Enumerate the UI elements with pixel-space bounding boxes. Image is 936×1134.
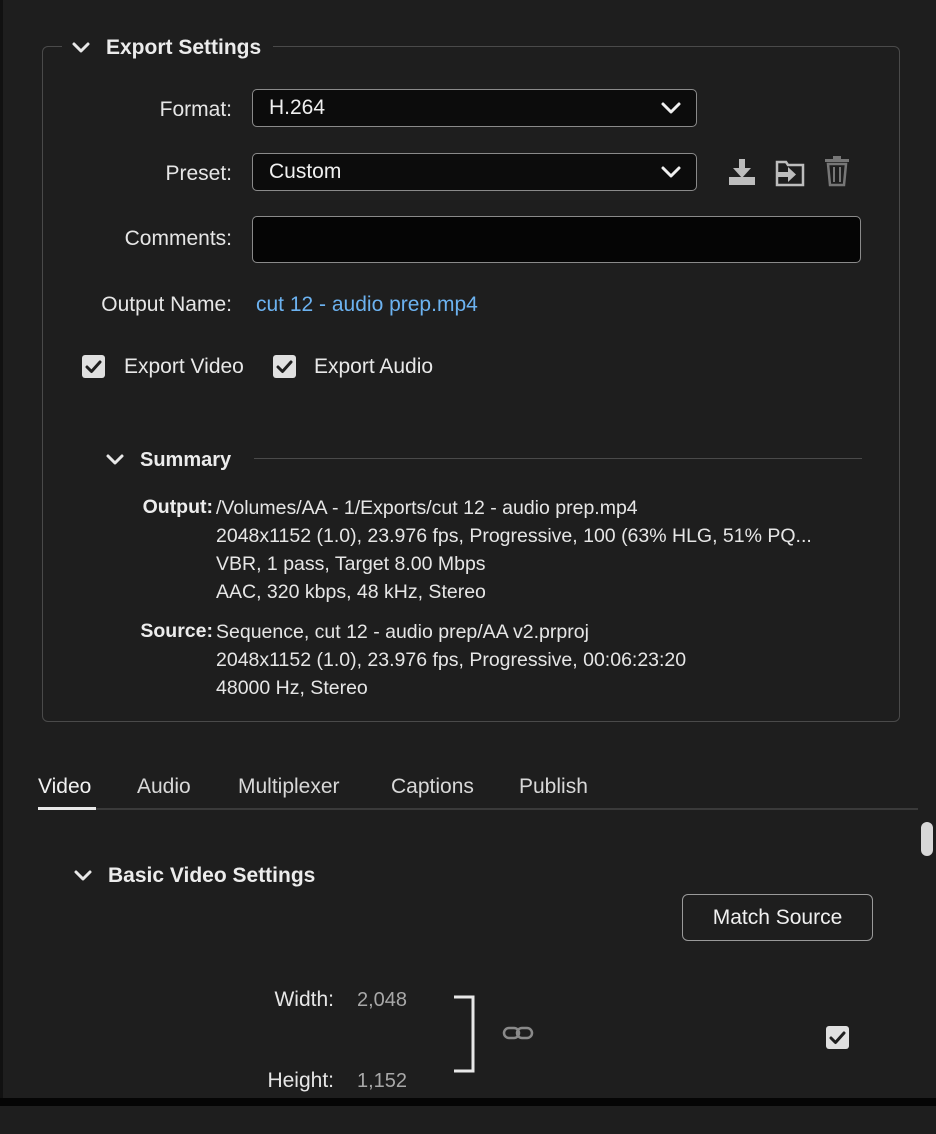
preset-value: Custom [269,160,342,183]
checkmark-icon [276,360,293,373]
tab-baseline [38,808,918,810]
output-name-link[interactable]: cut 12 - audio prep.mp4 [256,293,478,317]
summary-source-line: 48000 Hz, Stereo [216,677,368,699]
output-name-label: Output Name: [101,293,232,316]
save-preset-icon[interactable] [726,157,758,187]
chain-link-icon[interactable] [502,1023,534,1043]
summary-divider [254,458,862,459]
tab-audio[interactable]: Audio [137,775,191,799]
summary-title: Summary [140,448,232,471]
preset-select[interactable]: Custom [252,153,697,191]
height-label: Height: [267,1069,334,1092]
checkmark-icon [85,360,102,373]
panel-left-edge [0,0,3,1098]
summary-header[interactable]: Summary [96,447,240,473]
export-settings-title: Export Settings [106,36,262,59]
format-label: Format: [159,98,232,121]
export-video-label[interactable]: Export Video [124,355,244,379]
panel-bottom-border [0,1098,936,1106]
tab-video[interactable]: Video [38,775,91,799]
comments-label: Comments: [124,227,232,250]
tab-publish[interactable]: Publish [519,775,588,799]
tab-active-underline [38,807,96,810]
chevron-down-icon[interactable] [104,449,126,471]
summary-source-label: Source: [140,620,213,642]
summary-output-line: VBR, 1 pass, Target 8.00 Mbps [216,553,486,575]
export-audio-checkbox[interactable] [273,355,296,378]
link-bracket [454,995,475,1073]
format-select[interactable]: H.264 [252,89,697,127]
export-video-checkbox[interactable] [82,355,105,378]
width-value[interactable]: 2,048 [357,989,407,1012]
chevron-down-icon [661,102,681,114]
format-value: H.264 [269,96,326,119]
match-source-button[interactable]: Match Source [682,894,873,941]
chevron-down-icon[interactable] [70,37,92,59]
export-settings-header[interactable]: Export Settings [62,34,274,62]
width-label: Width: [274,988,334,1011]
summary-output-line: /Volumes/AA - 1/Exports/cut 12 - audio p… [216,497,638,519]
comments-input[interactable] [252,216,861,263]
basic-video-settings-header[interactable]: Basic Video Settings [64,862,324,890]
summary-source-line: Sequence, cut 12 - audio prep/AA v2.prpr… [216,621,589,643]
chevron-down-icon [661,166,681,178]
tab-captions[interactable]: Captions [391,775,474,799]
summary-output-line: AAC, 320 kbps, 48 kHz, Stereo [216,581,486,603]
basic-video-settings-title: Basic Video Settings [108,864,316,887]
summary-source-line: 2048x1152 (1.0), 23.976 fps, Progressive… [216,649,687,671]
import-preset-icon[interactable] [774,157,806,187]
video-setting-checkbox[interactable] [826,1026,849,1049]
chevron-down-icon[interactable] [72,865,94,887]
summary-output-label: Output: [142,496,213,518]
delete-preset-icon[interactable] [824,155,850,187]
checkmark-icon [829,1031,846,1044]
tab-multiplexer[interactable]: Multiplexer [238,775,340,799]
scrollbar-thumb[interactable] [921,822,933,856]
export-audio-label[interactable]: Export Audio [314,355,433,379]
preset-label: Preset: [165,162,232,185]
height-value[interactable]: 1,152 [357,1070,407,1093]
summary-output-line: 2048x1152 (1.0), 23.976 fps, Progressive… [216,525,812,547]
